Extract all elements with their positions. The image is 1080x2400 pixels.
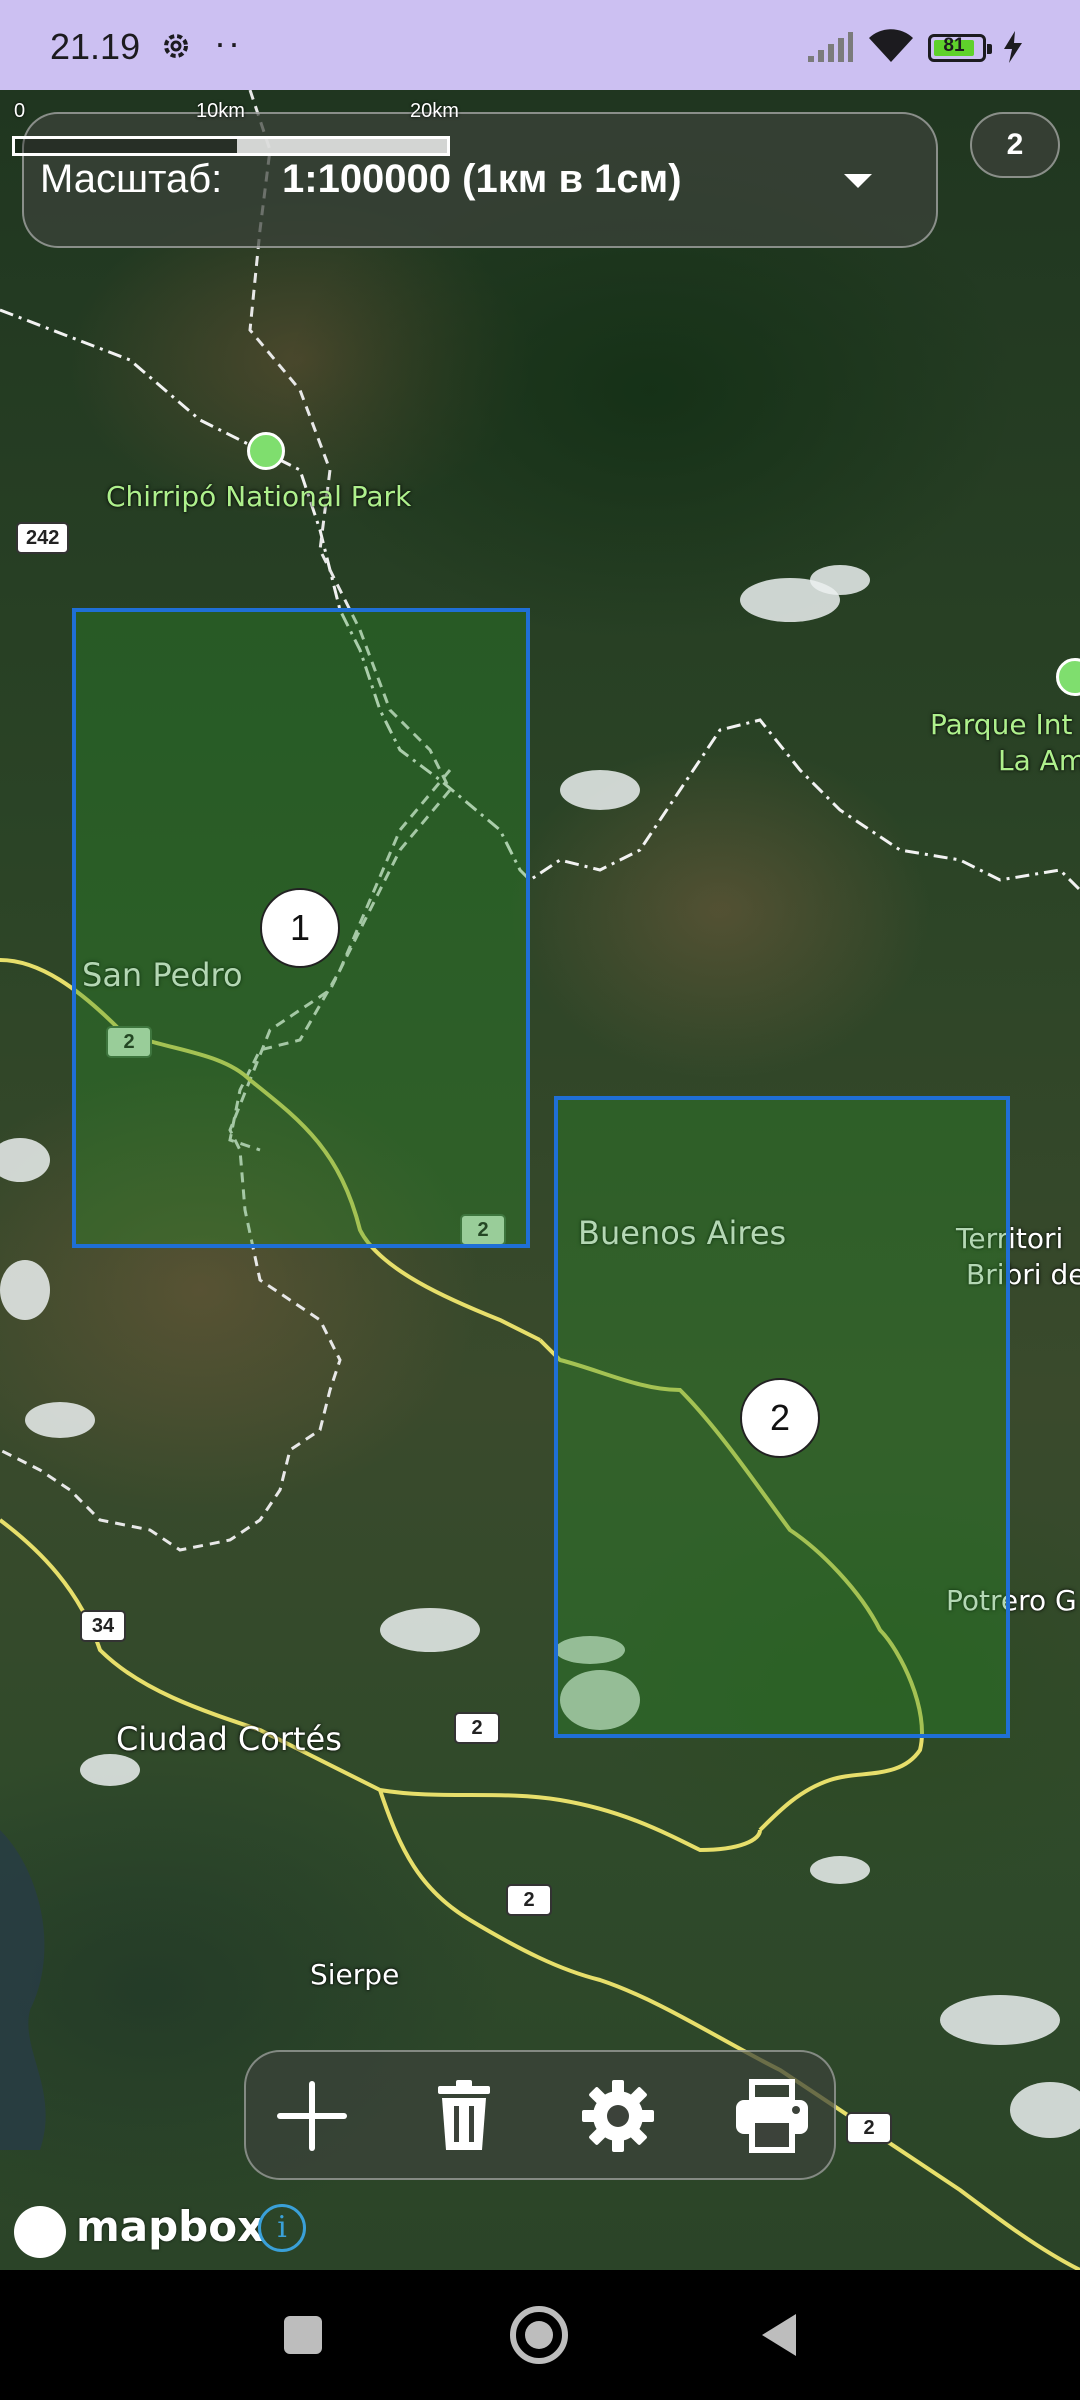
scale-tick-10km: 10km [196,100,245,122]
scale-bar-segment [237,139,447,153]
label-parque-line2: La Am [998,744,1080,777]
scale-tick-0: 0 [14,100,26,122]
region-number-1[interactable]: 1 [260,888,340,968]
scale-selector[interactable]: Масштаб: 1:100000 (1км в 1см) [22,112,938,248]
scale-value[interactable]: 1:100000 (1км в 1см) [282,157,682,202]
settings-gear-icon [160,30,192,62]
scale-tick-20km: 20km [410,100,459,122]
back-icon [762,2314,796,2356]
road-shield-2: 2 [454,1712,500,1744]
system-nav-bar [0,2270,1080,2400]
signal-icon [806,30,854,68]
trash-icon [438,2080,490,2150]
map-view[interactable]: Chirripó National Park Parque Int La Am … [0,90,1080,2270]
gear-icon [582,2080,654,2152]
road-shield-242: 242 [16,522,70,554]
print-button[interactable] [730,2074,814,2158]
region-number-2[interactable]: 2 [740,1378,820,1458]
home-icon [510,2306,568,2364]
road-shield-34: 34 [80,1610,126,1642]
home-button[interactable] [474,2270,604,2400]
bottom-toolbar [244,2050,836,2180]
label-chirripo-park: Chirripó National Park [106,480,412,513]
road-shield-2: 2 [506,1884,552,1916]
attribution-info-button[interactable]: i [258,2204,306,2252]
mapbox-logo-icon [14,2206,66,2258]
notification-dots: ·· [214,22,242,63]
recent-apps-icon [284,2316,322,2354]
recent-apps-button[interactable] [238,2270,368,2400]
battery-nub [987,44,992,54]
road-shield-2: 2 [846,2112,892,2144]
label-parque-line1: Parque Int [930,708,1073,741]
mapbox-logo-text: mapbox [76,2202,265,2251]
status-bar: 21.19 ·· 81 [0,0,1080,90]
park-pin-chirripo[interactable] [247,432,285,470]
scale-bar-track [12,136,450,156]
delete-button[interactable] [422,2074,506,2158]
water [0,1830,46,2150]
scale-bar [12,136,450,158]
region-count-badge[interactable]: 2 [970,112,1060,178]
battery-icon: 81 [928,34,992,62]
settings-button[interactable] [576,2074,660,2158]
charging-bolt-icon [1002,30,1024,68]
back-button[interactable] [710,2270,840,2400]
scale-label: Масштаб: [40,157,223,201]
battery-level: 81 [943,35,965,56]
screen: 21.19 ·· 81 Chirripó National Park Parqu… [0,0,1080,2400]
plus-icon [277,2081,347,2151]
printer-icon [736,2079,808,2153]
caret-down-icon[interactable] [844,174,872,188]
status-time: 21.19 [50,26,141,67]
add-button[interactable] [270,2074,354,2158]
label-sierpe: Sierpe [310,1958,400,1991]
wifi-icon [866,28,916,68]
label-ciudad-cortes: Ciudad Cortés [116,1720,342,1758]
